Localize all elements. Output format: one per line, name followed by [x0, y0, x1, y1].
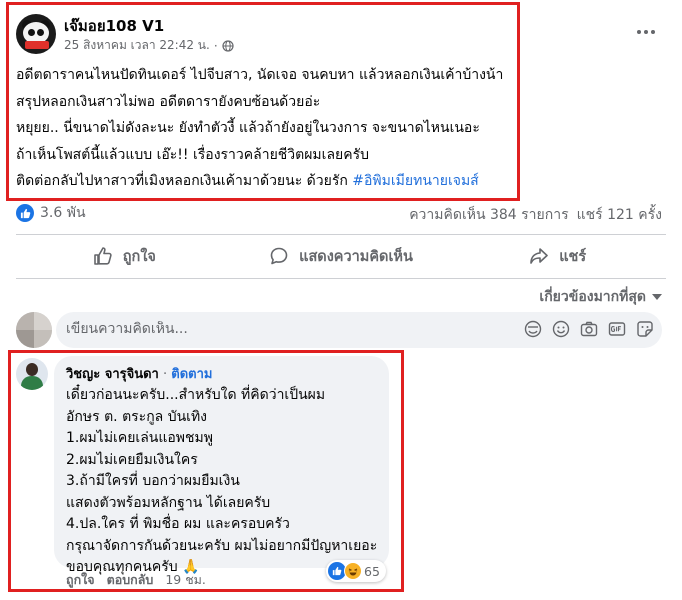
like-button[interactable]: ถูกใจ	[16, 238, 233, 274]
sort-label: เกี่ยวข้องมากที่สุด	[539, 289, 646, 305]
like-reaction-icon	[16, 204, 34, 222]
comment-icon	[270, 247, 288, 265]
chevron-down-icon	[652, 294, 662, 300]
share-button[interactable]: แชร์	[449, 238, 666, 274]
composer-tools	[524, 320, 654, 338]
share-icon	[530, 248, 548, 264]
gif-icon[interactable]	[608, 320, 626, 338]
share-label: แชร์	[559, 248, 587, 265]
divider	[16, 278, 666, 279]
sticker-icon[interactable]	[636, 320, 654, 338]
highlight-box-post	[6, 2, 520, 201]
divider	[16, 234, 666, 235]
reaction-summary[interactable]: 3.6 พัน	[16, 202, 86, 224]
comment-composer	[56, 312, 662, 348]
comment-button[interactable]: แสดงความคิดเห็น	[233, 238, 450, 274]
thumbs-up-icon	[93, 247, 112, 265]
comment-input[interactable]	[66, 321, 366, 337]
highlight-box-comment	[8, 350, 404, 592]
more-horizontal-icon	[637, 30, 655, 34]
more-options-button[interactable]	[628, 18, 664, 46]
like-label: ถูกใจ	[122, 248, 156, 265]
comment-count[interactable]: ความคิดเห็น 384 รายการ	[409, 204, 568, 226]
facebook-post: เจ๊มอย108 V1 25 สิงหาคม เวลา 22:42 น. · …	[0, 0, 682, 600]
post-actions: ถูกใจ แสดงความคิดเห็น แชร์	[16, 238, 666, 274]
camera-icon[interactable]	[580, 320, 598, 338]
avatar-sticker-icon[interactable]	[524, 320, 542, 338]
emoji-icon[interactable]	[552, 320, 570, 338]
share-count[interactable]: แชร์ 121 ครั้ง	[577, 204, 662, 226]
reaction-count: 3.6 พัน	[40, 205, 86, 221]
engagement-counts: ความคิดเห็น 384 รายการ แชร์ 121 ครั้ง	[409, 204, 662, 226]
comment-label: แสดงความคิดเห็น	[299, 248, 413, 265]
comment-sort-dropdown[interactable]: เกี่ยวข้องมากที่สุด	[539, 286, 662, 308]
current-user-avatar[interactable]	[16, 312, 52, 348]
